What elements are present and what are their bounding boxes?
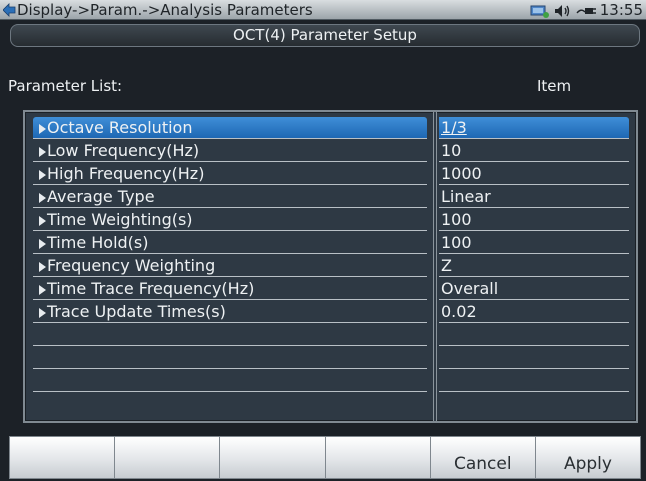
parameter-name: Octave Resolution [47, 118, 193, 137]
parameter-value-cell[interactable]: 0.02 [439, 301, 629, 323]
parameter-table: Octave Resolution 1/3 Low Frequency(Hz) … [23, 110, 638, 423]
parameter-name: Time Trace Frequency(Hz) [47, 279, 255, 298]
table-row[interactable]: High Frequency(Hz) 1000 [25, 163, 636, 185]
table-row[interactable]: Time Hold(s) 100 [25, 232, 636, 254]
parameter-value-cell[interactable]: 1/3 [439, 117, 629, 139]
empty-value-cell [439, 347, 629, 369]
table-row[interactable]: Time Weighting(s) 100 [25, 209, 636, 231]
parameter-value-cell[interactable]: 1000 [439, 163, 629, 185]
clock: 13:55 [599, 0, 643, 19]
status-icons: 13:55 [530, 0, 643, 20]
empty-name-cell [33, 370, 427, 392]
row-arrow-icon [39, 285, 46, 295]
row-arrow-icon [39, 308, 46, 318]
parameter-name-cell[interactable]: Time Trace Frequency(Hz) [33, 278, 427, 300]
parameter-name-cell[interactable]: Frequency Weighting [33, 255, 427, 277]
item-column-label: Item [537, 77, 572, 95]
parameter-value-cell[interactable]: Z [439, 255, 629, 277]
table-row[interactable]: Time Trace Frequency(Hz) Overall [25, 278, 636, 300]
table-row[interactable]: Average Type Linear [25, 186, 636, 208]
row-arrow-icon [39, 239, 46, 249]
page-title: OCT(4) Parameter Setup [10, 24, 640, 47]
table-row[interactable]: Low Frequency(Hz) 10 [25, 140, 636, 162]
empty-row [25, 370, 636, 392]
row-arrow-icon [39, 262, 46, 272]
parameter-name: Frequency Weighting [47, 256, 216, 275]
empty-name-cell [33, 347, 427, 369]
parameter-name: Time Hold(s) [47, 233, 149, 252]
parameter-name-cell[interactable]: Octave Resolution [33, 117, 427, 139]
empty-name-cell [33, 324, 427, 346]
row-arrow-icon [39, 147, 46, 157]
parameter-list-label: Parameter List: [8, 77, 123, 95]
back-arrow-icon[interactable] [1, 0, 17, 20]
row-arrow-icon [39, 124, 46, 134]
softkey-4[interactable] [325, 436, 431, 479]
parameter-name: High Frequency(Hz) [47, 164, 205, 183]
table-row[interactable]: Octave Resolution 1/3 [25, 117, 636, 139]
parameter-name: Average Type [47, 187, 155, 206]
parameter-value-cell[interactable]: Overall [439, 278, 629, 300]
parameter-name-cell[interactable]: Time Weighting(s) [33, 209, 427, 231]
parameter-name-cell[interactable]: Time Hold(s) [33, 232, 427, 254]
status-bar: Display->Param.->Analysis Parameters 13: [0, 0, 646, 20]
parameter-name: Trace Update Times(s) [47, 302, 226, 321]
table-row[interactable]: Trace Update Times(s) 0.02 [25, 301, 636, 323]
empty-value-cell [439, 324, 629, 346]
power-plug-icon [576, 3, 596, 17]
breadcrumb: Display->Param.->Analysis Parameters [17, 0, 313, 19]
table-row[interactable]: Frequency Weighting Z [25, 255, 636, 277]
empty-row [25, 347, 636, 369]
parameter-name-cell[interactable]: Low Frequency(Hz) [33, 140, 427, 162]
row-arrow-icon [39, 170, 46, 180]
apply-button[interactable]: Apply [535, 436, 642, 479]
cancel-button[interactable]: Cancel [430, 436, 536, 479]
parameter-name-cell[interactable]: Trace Update Times(s) [33, 301, 427, 323]
row-arrow-icon [39, 193, 46, 203]
parameter-name: Time Weighting(s) [47, 210, 193, 229]
parameter-value-cell[interactable]: 100 [439, 209, 629, 231]
softkey-bar: Cancel Apply [9, 436, 642, 479]
parameter-name-cell[interactable]: High Frequency(Hz) [33, 163, 427, 185]
parameter-name-cell[interactable]: Average Type [33, 186, 427, 208]
empty-value-cell [439, 370, 629, 392]
row-arrow-icon [39, 216, 46, 226]
parameter-value-cell[interactable]: Linear [439, 186, 629, 208]
empty-row [25, 324, 636, 346]
speaker-icon [554, 3, 572, 17]
softkey-2[interactable] [115, 436, 221, 479]
softkey-1[interactable] [9, 436, 116, 479]
parameter-name: Low Frequency(Hz) [47, 141, 200, 160]
parameter-value-cell[interactable]: 100 [439, 232, 629, 254]
softkey-3[interactable] [220, 436, 326, 479]
usb-icon [530, 3, 550, 18]
parameter-value-cell[interactable]: 10 [439, 140, 629, 162]
